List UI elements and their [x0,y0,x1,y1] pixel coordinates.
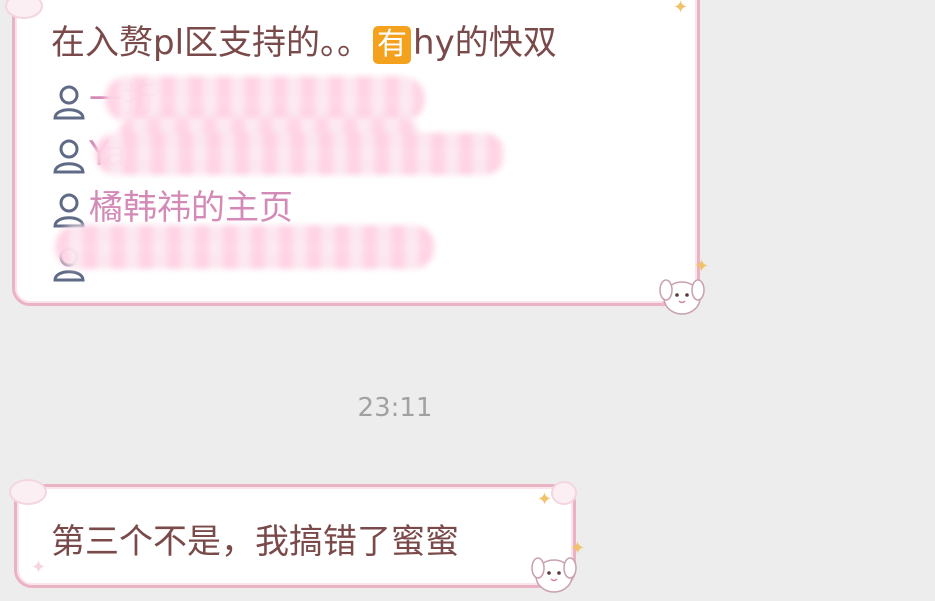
message-text: 在入赘pl区支持的。。 [51,23,372,63]
chat-screen: ✦ 在入赘pl区支持的。。有hy的快双 一折 Ya 橘韩祎的主页 [0,0,935,601]
message-bubble[interactable]: ✦ 在入赘pl区支持的。。有hy的快双 一折 Ya 橘韩祎的主页 [5,0,700,306]
message-bubble[interactable]: ✦ ✦ 第三个不是，我搞错了蜜蜜 [9,479,577,588]
redaction-blur [105,76,425,122]
bubble-decoration [551,481,577,505]
sparkle-icon: ✦ [537,489,553,510]
message-text: hy的快双 [413,23,557,63]
mention-label: 橘韩祎的主页 [89,188,293,228]
message-timestamp: 23:11 [357,393,433,423]
redaction-blur [55,225,435,269]
person-outline-icon [53,85,85,119]
redaction-blur [95,133,505,175]
person-outline-icon [53,193,85,227]
badge-you-icon: 有 [373,25,412,64]
bubble-decoration [5,0,43,19]
sparkle-icon: ✦ [570,538,586,559]
sparkle-icon: ✦ [673,0,689,18]
message-line: 在入赘pl区支持的。。有 hy的快双 [51,21,557,65]
sparkle-icon: ✦ [31,557,47,578]
message-text: 第三个不是，我搞错了蜜蜜 [51,522,459,562]
mention-link[interactable]: 橘韩祎的主页 [51,186,293,230]
person-outline-icon [53,139,85,173]
bubble-decoration [9,479,47,505]
sparkle-icon: ✦ [694,256,710,277]
